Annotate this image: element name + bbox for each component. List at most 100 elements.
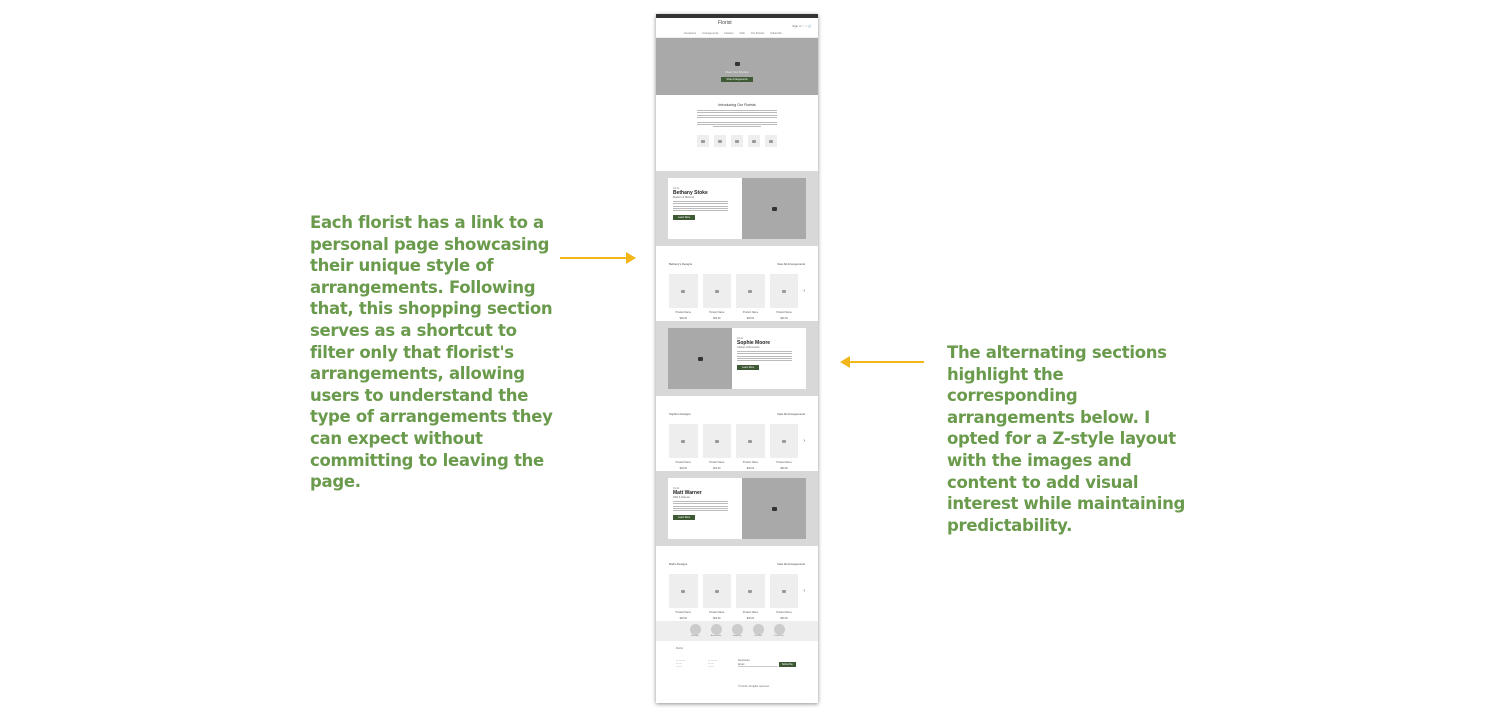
product-name: Product Name — [675, 311, 691, 314]
subscribe-button[interactable]: Subscribe — [778, 662, 796, 667]
florist-bio — [673, 201, 728, 212]
email-input[interactable]: Email — [738, 663, 778, 667]
florist-thumbnail[interactable] — [748, 135, 760, 148]
intro-text — [697, 110, 777, 128]
florist-thumbnail[interactable] — [765, 135, 777, 148]
product-price: $00.00 — [713, 617, 721, 620]
nav-item[interactable]: Subscribe — [770, 32, 782, 35]
product-card[interactable]: Product Name $00.00 — [669, 574, 698, 620]
product-name: Product Name — [776, 461, 792, 464]
arrow-right-icon — [560, 252, 636, 264]
chevron-right-icon[interactable]: › — [803, 438, 805, 444]
florist-style: Modern & Minimal — [673, 196, 694, 199]
product-image — [702, 574, 732, 608]
copyright: © Florist. All rights reserved. — [738, 685, 770, 688]
view-all-link[interactable]: View All Arrangements — [777, 262, 805, 266]
arrow-left-icon — [840, 356, 924, 368]
florist-thumbnail[interactable] — [714, 135, 726, 148]
shop-header: Bethany's Designs View All Arrangements — [669, 246, 805, 266]
florist-card: Florist Matt Warner Wild & Natural Learn Mo… — [668, 478, 806, 539]
category-name: Anniversary — [710, 635, 722, 637]
hero-banner: Meet Our Florists Shop Arrangements — [656, 38, 818, 95]
footer-logo: Florist — [676, 647, 683, 650]
wireframe-mockup: Florist Sign in ♡ ⌕ 🛒 Occasions Arrangeme… — [656, 14, 818, 703]
product-card[interactable]: Product Name $00.00 — [669, 424, 698, 470]
product-card[interactable]: Product Name $00.00 — [702, 424, 732, 470]
florist-thumbnail[interactable] — [731, 135, 743, 148]
product-card[interactable]: Product Name $00.00 — [769, 424, 799, 470]
annotation-left: Each florist has a link to a personal pa… — [310, 213, 553, 492]
image-placeholder-icon — [782, 589, 787, 593]
product-carousel: Product Name $00.00 Product Name $00.00 Prod… — [669, 424, 805, 470]
category-item[interactable]: Sympathy — [731, 624, 743, 641]
product-card[interactable]: Product Name $00.00 — [702, 574, 732, 620]
image-placeholder-icon — [752, 139, 756, 143]
annotation-right: The alternating sections highlight the c… — [947, 343, 1186, 535]
image-placeholder-icon — [748, 289, 753, 293]
florist-learn-more-button[interactable]: Learn More — [673, 515, 696, 521]
chevron-right-icon[interactable]: › — [803, 588, 805, 594]
image-placeholder-icon — [748, 589, 753, 593]
florist-photo — [668, 328, 732, 389]
nav-item[interactable]: Arrangements — [702, 32, 718, 35]
product-image — [702, 274, 732, 308]
view-all-link[interactable]: View All Arrangements — [777, 412, 805, 416]
florist-thumbnail[interactable] — [697, 135, 709, 148]
product-card[interactable]: Product Name $00.00 — [736, 574, 765, 620]
category-item[interactable]: Thank You — [773, 624, 785, 641]
image-placeholder-icon — [771, 206, 777, 211]
view-all-link[interactable]: View All Arrangements — [777, 562, 805, 566]
product-carousel: Product Name $00.00 Product Name $00.00 Prod… — [669, 574, 805, 620]
florist-learn-more-button[interactable]: Learn More — [737, 365, 760, 371]
image-placeholder-icon — [681, 289, 686, 293]
product-card[interactable]: Product Name $00.00 — [736, 424, 765, 470]
florist-card: Florist Bethany Stoke Modern & Minimal Lear… — [668, 178, 806, 239]
category-item[interactable]: Anniversary — [710, 624, 722, 641]
product-name: Product Name — [776, 311, 792, 314]
hero-button[interactable]: Shop Arrangements — [721, 77, 753, 82]
nav-item[interactable]: Gifts — [740, 32, 745, 35]
shop-title: Sophie's Designs — [669, 412, 691, 416]
nav-item[interactable]: Our Florists — [751, 32, 764, 35]
intro-section: Introducing Our Florists — [656, 95, 818, 171]
product-name: Product Name — [709, 311, 725, 314]
image-placeholder-icon — [681, 439, 686, 443]
product-card[interactable]: Product Name $00.00 — [736, 274, 765, 320]
logo: Florist — [718, 20, 732, 26]
product-name: Product Name — [709, 461, 725, 464]
product-price: $00.00 — [746, 317, 755, 320]
image-placeholder-icon — [697, 356, 703, 361]
product-card[interactable]: Product Name $00.00 — [769, 274, 799, 320]
florist-section: Florist Sophie Moore Classic & Romantic Lea… — [656, 321, 818, 396]
florist-info: Florist Matt Warner Wild & Natural Learn Mo… — [668, 478, 742, 539]
category-item[interactable]: Get Well — [752, 624, 764, 641]
product-name: Product Name — [709, 611, 725, 614]
florist-section: Florist Matt Warner Wild & Natural Learn Mo… — [656, 471, 818, 546]
florist-bio — [673, 501, 728, 512]
product-name: Product Name — [776, 611, 792, 614]
product-image — [669, 574, 698, 608]
nav-item[interactable]: Occasions — [684, 32, 696, 35]
product-card[interactable]: Product Name $00.00 — [702, 274, 732, 320]
image-placeholder-icon — [782, 439, 787, 443]
product-card[interactable]: Product Name $00.00 — [769, 574, 799, 620]
florist-photo — [742, 478, 806, 539]
category-image — [689, 624, 701, 635]
product-price: $00.00 — [679, 317, 687, 320]
florist-learn-more-button[interactable]: Learn More — [673, 215, 696, 221]
product-image — [736, 574, 765, 608]
category-item[interactable]: Birthday — [689, 624, 701, 641]
chevron-right-icon[interactable]: › — [803, 288, 805, 294]
category-image — [773, 624, 785, 635]
product-price: $00.00 — [679, 617, 687, 620]
product-card[interactable]: Product Name $00.00 — [669, 274, 698, 320]
header-links[interactable]: Sign in ♡ ⌕ 🛒 — [792, 24, 812, 28]
product-price: $00.00 — [713, 467, 721, 470]
nav-item[interactable]: Flowers — [724, 32, 733, 35]
image-placeholder-icon — [735, 139, 739, 143]
florist-photo — [742, 178, 806, 239]
image-placeholder-icon — [771, 506, 777, 511]
footer-links: — — — — — — — — [676, 659, 685, 668]
product-image — [702, 424, 732, 458]
shop-header: Sophie's Designs View All Arrangements — [669, 396, 805, 416]
